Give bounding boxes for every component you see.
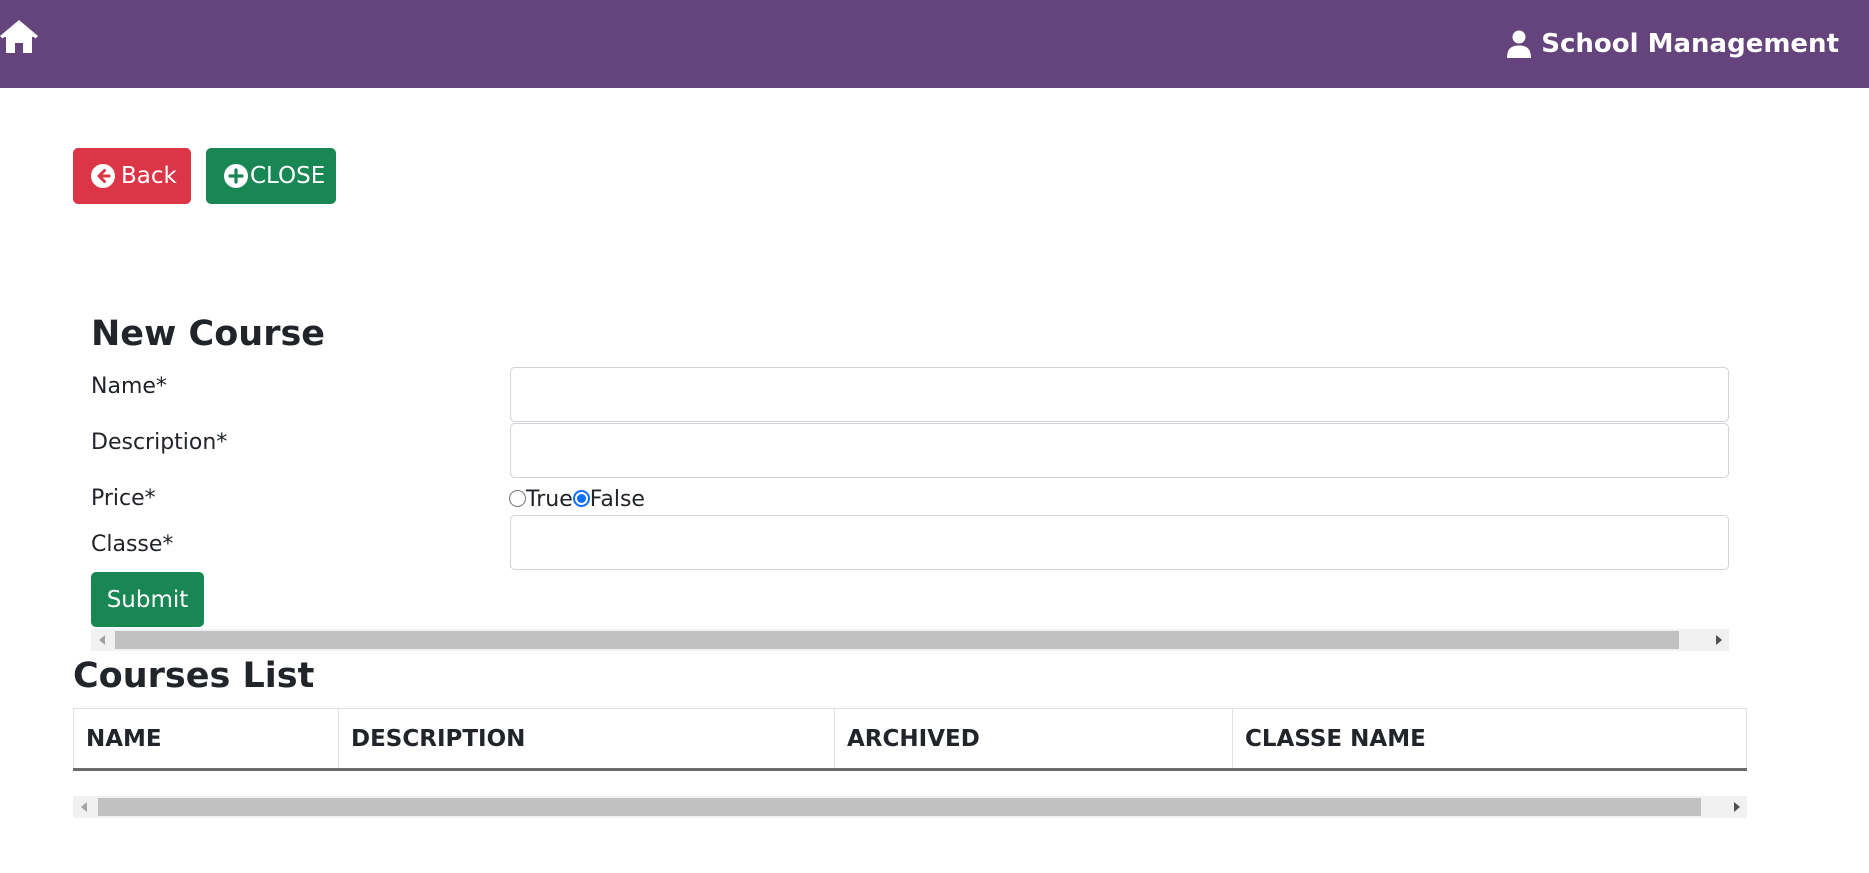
- table-horizontal-scrollbar[interactable]: [73, 796, 1747, 818]
- column-header-classe-name[interactable]: CLASSE NAME: [1232, 708, 1747, 771]
- price-true-radio[interactable]: [509, 489, 526, 507]
- scrollbar-thumb[interactable]: [98, 798, 1701, 816]
- submit-button[interactable]: Submit: [91, 572, 204, 627]
- scroll-right-arrow-icon[interactable]: [1707, 629, 1729, 651]
- user-icon: [1507, 30, 1532, 58]
- top-navbar: School Management: [0, 0, 1869, 88]
- column-header-description[interactable]: DESCRIPTION: [338, 708, 835, 771]
- home-icon[interactable]: [0, 18, 38, 56]
- name-label: Name*: [91, 374, 167, 399]
- description-label: Description*: [91, 430, 228, 455]
- description-input[interactable]: [510, 423, 1729, 478]
- brand[interactable]: School Management: [1507, 24, 1839, 64]
- close-button-label: CLOSE: [250, 163, 326, 189]
- form-title: New Course: [91, 314, 326, 354]
- price-radio-group: True False: [509, 484, 645, 514]
- classe-input[interactable]: [510, 515, 1729, 570]
- column-header-archived[interactable]: ARCHIVED: [834, 708, 1233, 771]
- classe-label: Classe*: [91, 532, 174, 557]
- courses-list-title: Courses List: [73, 656, 315, 696]
- back-button[interactable]: Back: [73, 148, 191, 204]
- scroll-right-arrow-icon[interactable]: [1725, 796, 1747, 818]
- column-header-name[interactable]: NAME: [73, 708, 339, 771]
- close-button[interactable]: CLOSE: [206, 148, 336, 204]
- price-true-label[interactable]: True: [526, 487, 573, 512]
- form-horizontal-scrollbar[interactable]: [91, 629, 1729, 651]
- courses-table: NAME DESCRIPTION ARCHIVED CLASSE NAME: [73, 708, 1747, 771]
- name-input[interactable]: [510, 367, 1729, 422]
- scrollbar-thumb[interactable]: [115, 631, 1679, 649]
- arrow-left-circle-icon: [91, 164, 115, 188]
- price-false-label[interactable]: False: [590, 487, 645, 512]
- scroll-left-arrow-icon[interactable]: [91, 629, 113, 651]
- table-header-row: NAME DESCRIPTION ARCHIVED CLASSE NAME: [73, 708, 1747, 771]
- price-label: Price*: [91, 486, 156, 511]
- back-button-label: Back: [121, 163, 177, 189]
- brand-title: School Management: [1541, 29, 1839, 59]
- price-false-radio[interactable]: [572, 489, 590, 507]
- scroll-left-arrow-icon[interactable]: [73, 796, 95, 818]
- plus-circle-icon: [224, 164, 248, 188]
